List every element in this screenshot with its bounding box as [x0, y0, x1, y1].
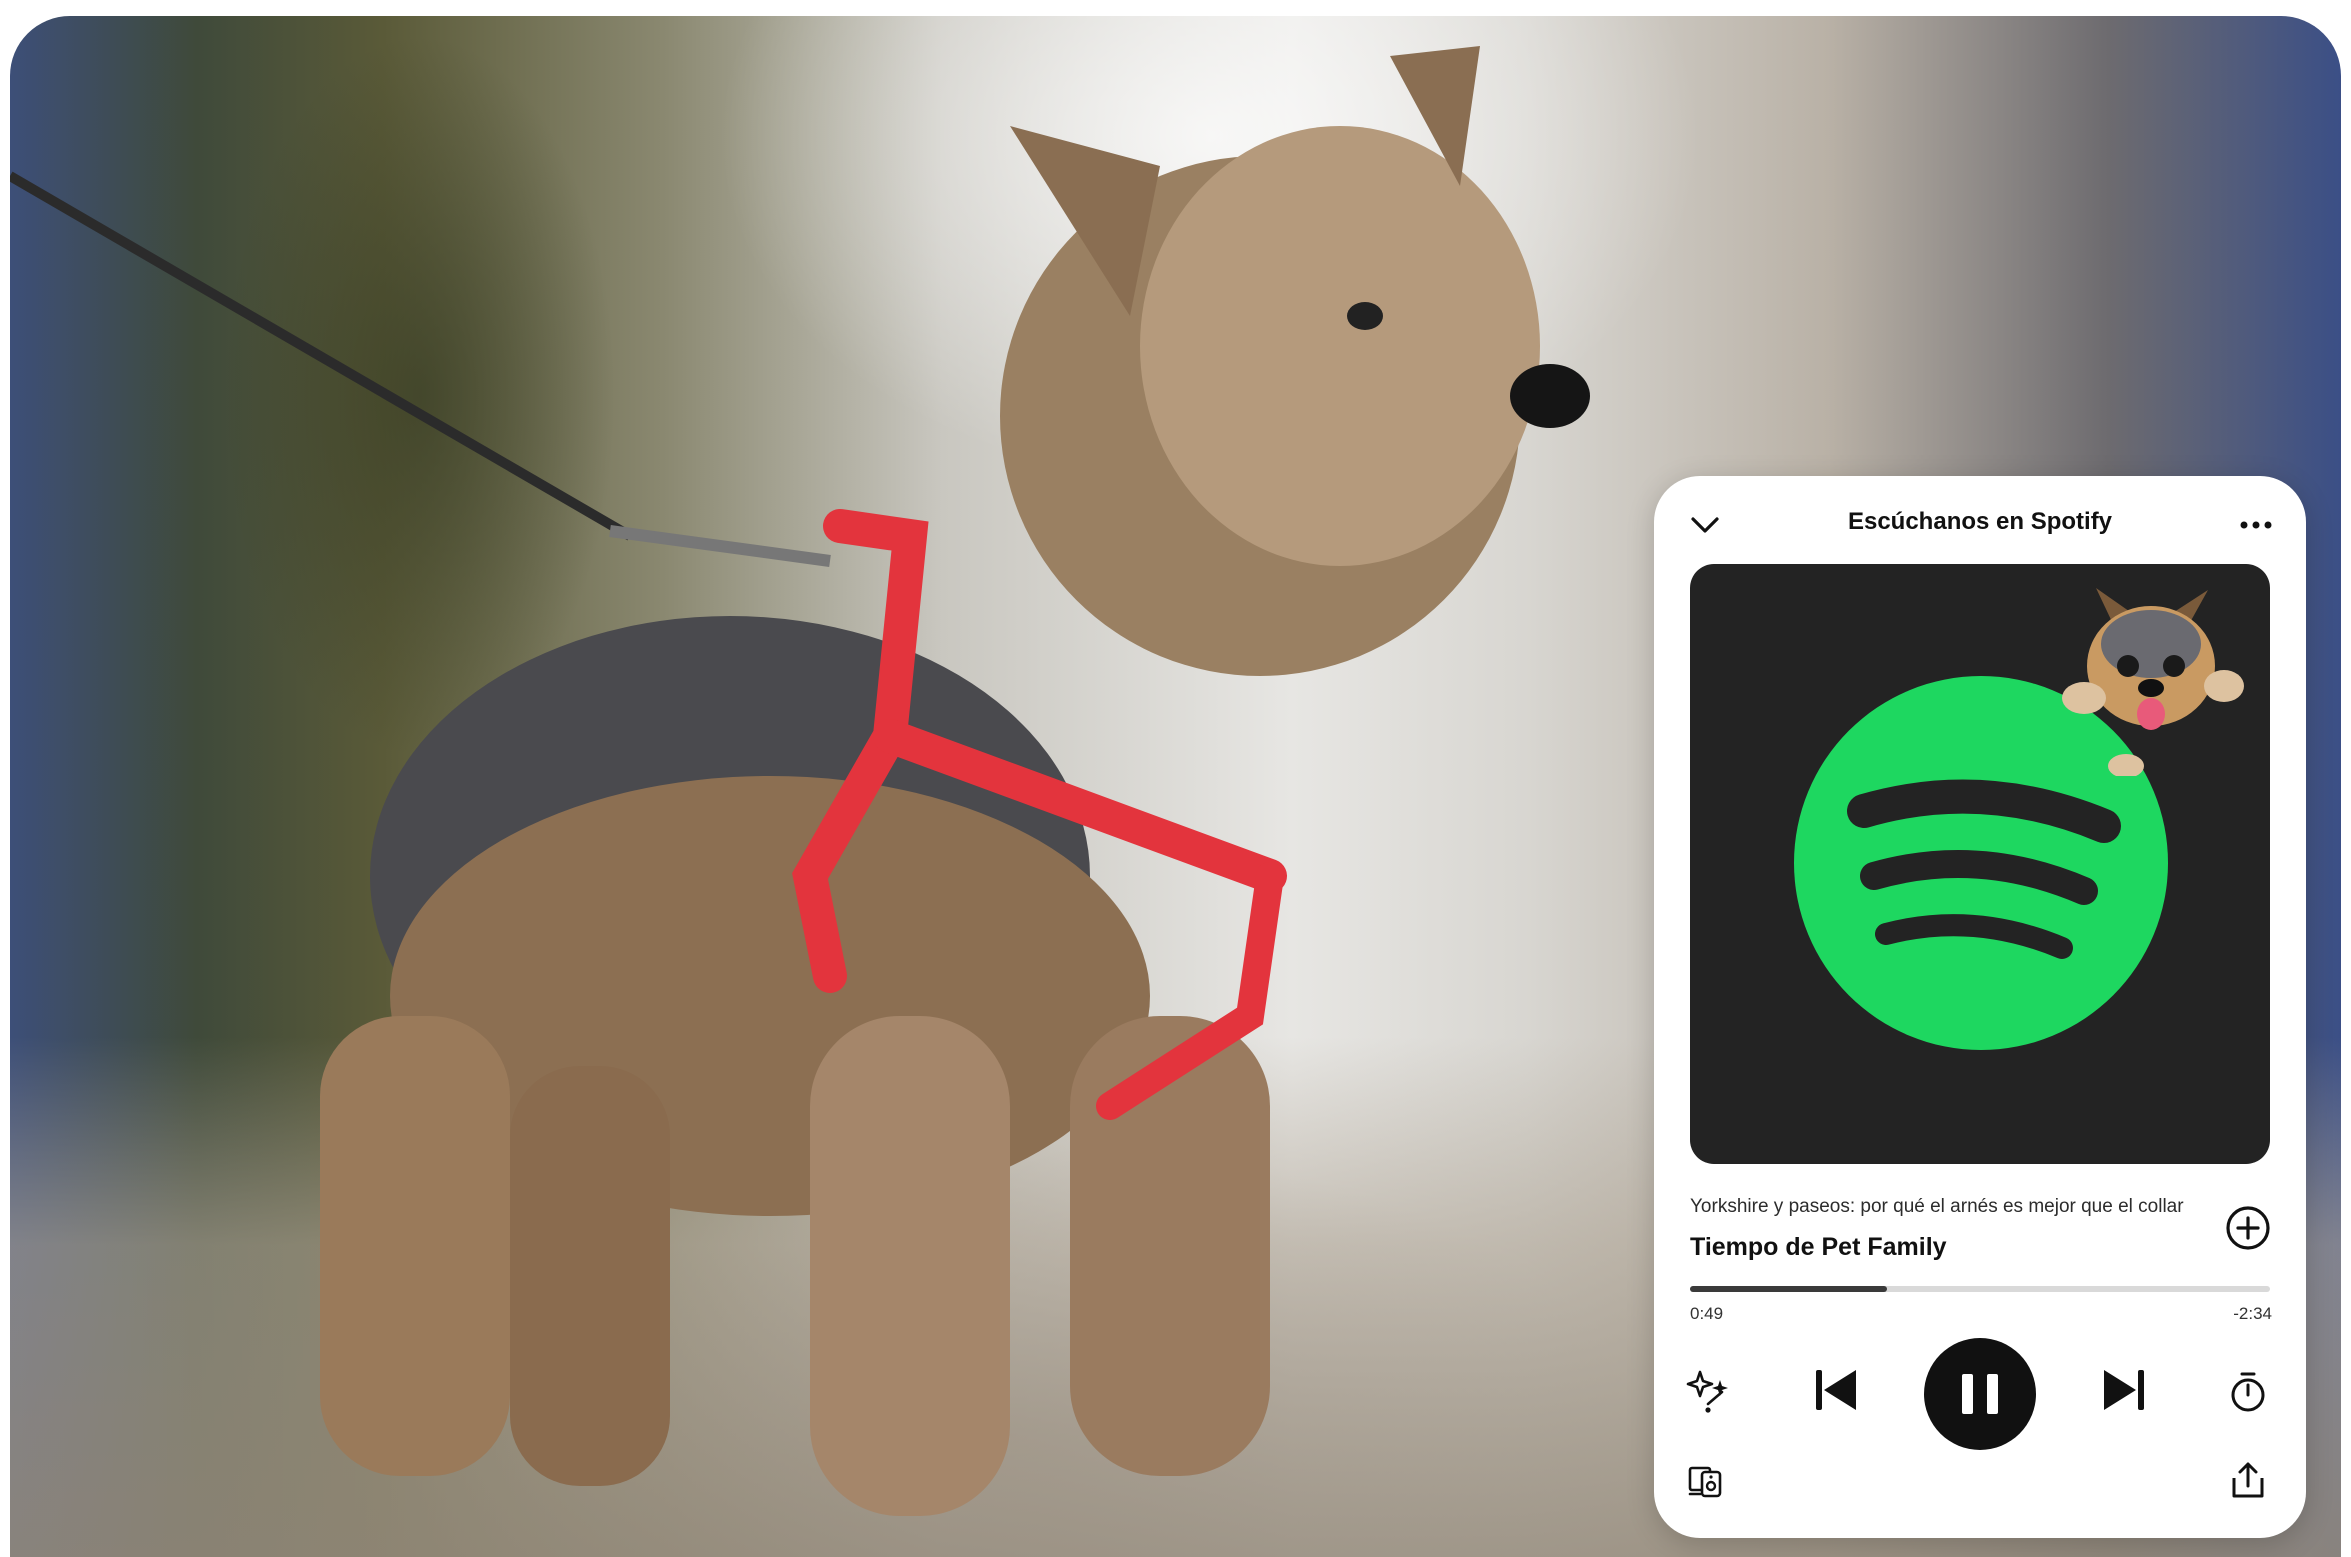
more-options-icon[interactable] [2236, 508, 2276, 542]
skip-previous-icon[interactable] [1810, 1364, 1862, 1416]
episode-title: Yorkshire y paseos: por qué el arnés es … [1690, 1196, 2184, 1217]
time-elapsed: 0:49 [1690, 1304, 1724, 1323]
enhance-sparkle-icon[interactable] [1686, 1366, 1734, 1414]
skip-next-icon[interactable] [2098, 1364, 2150, 1416]
playback-progress-bar[interactable] [1690, 1286, 2270, 1292]
spotify-player-card: Escúchanos en Spotify Yorkshire y paseos… [1654, 476, 2306, 1538]
add-circle-icon[interactable] [2224, 1204, 2272, 1252]
share-icon[interactable] [2228, 1460, 2268, 1500]
episode-artwork [1690, 564, 2270, 1164]
show-name[interactable]: Tiempo de Pet Family [1690, 1233, 1947, 1262]
playback-progress-fill [1690, 1286, 1888, 1292]
connect-device-icon[interactable] [1688, 1464, 1724, 1498]
yorkie-mascot-icon [2062, 588, 2244, 776]
player-header: Escúchanos en Spotify [1654, 476, 2306, 568]
pause-button[interactable] [1924, 1338, 2036, 1450]
player-header-title: Escúchanos en Spotify [1847, 508, 2113, 535]
time-remaining: -2:34 [2233, 1304, 2272, 1323]
sleep-timer-icon[interactable] [2228, 1370, 2268, 1414]
